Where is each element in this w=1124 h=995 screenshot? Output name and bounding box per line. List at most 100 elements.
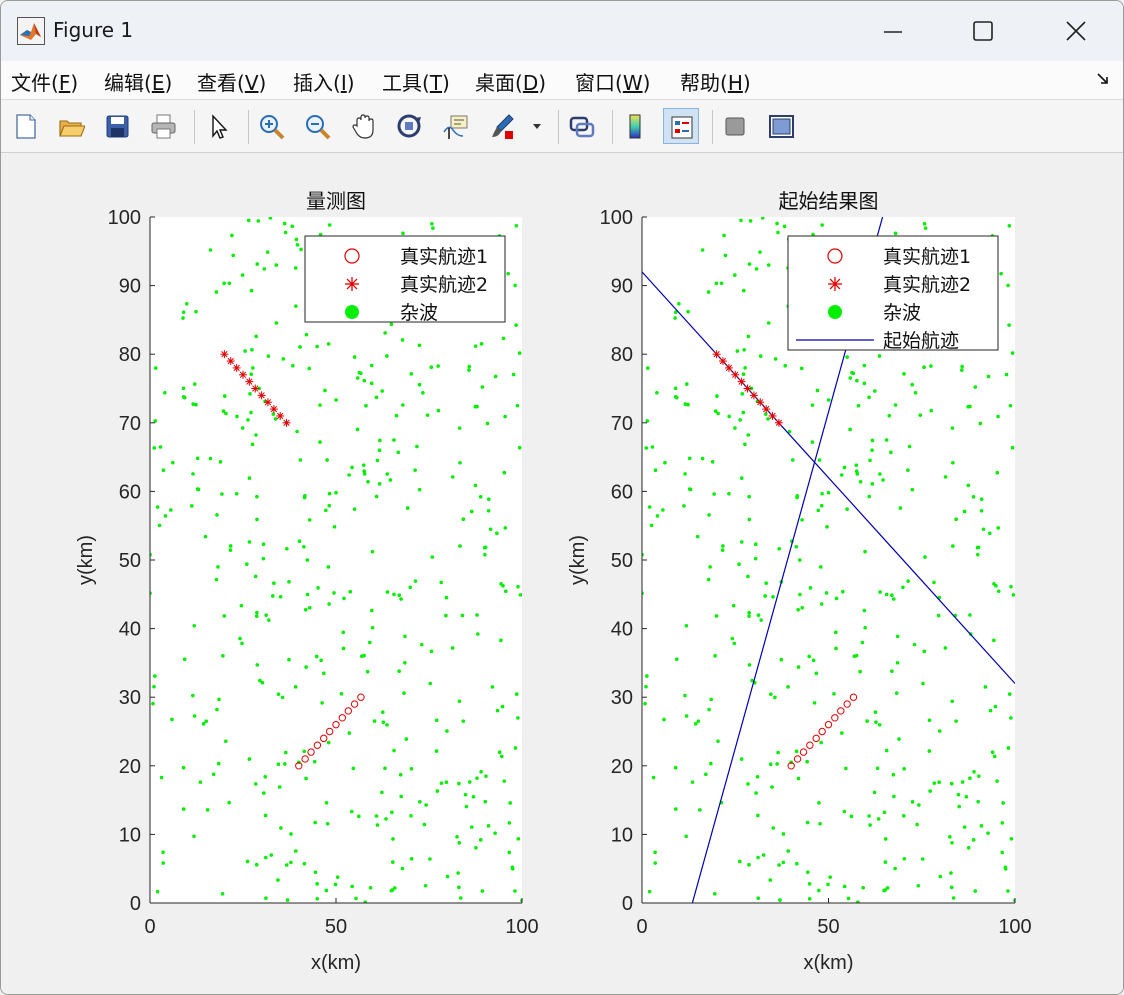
open-file-button[interactable]	[53, 108, 89, 144]
minimize-button[interactable]	[867, 11, 919, 51]
clutter-point	[693, 721, 698, 726]
chart-2[interactable]: 0 10 20 30 40 50 60 70 80 90 100 0 50 100 起始结果图 x(km) y(…	[567, 189, 1032, 974]
clutter-point	[195, 487, 200, 491]
clutter-point	[271, 594, 275, 598]
clutter-point	[826, 398, 831, 402]
legend[interactable]: 真实航迹1 真实航迹2 杂波起始航迹	[787, 235, 999, 352]
menu-f[interactable]: 文件(F)	[11, 67, 78, 96]
clutter-point	[854, 463, 859, 467]
clutter-point	[644, 684, 648, 689]
clutter-point	[372, 719, 377, 723]
zoom-out-button[interactable]	[299, 108, 335, 144]
clutter-point	[460, 613, 465, 618]
clutter-point	[339, 692, 344, 696]
clutter-point	[255, 262, 260, 266]
legend[interactable]: 真实航迹1 真实航迹2 杂波	[304, 235, 506, 324]
new-figure-button[interactable]	[7, 108, 43, 144]
clutter-point	[298, 345, 302, 349]
zoom-in-button[interactable]	[253, 108, 289, 144]
clutter-point	[777, 863, 781, 867]
hide-plot-tools-button[interactable]	[717, 108, 753, 144]
clutter-point	[733, 426, 737, 430]
menu-i[interactable]: 插入(I)	[293, 67, 355, 96]
clutter-point	[483, 545, 488, 550]
x-tick-label: 50	[817, 916, 839, 938]
clutter-point	[890, 593, 894, 598]
clutter-point	[250, 442, 255, 447]
pointer-button[interactable]	[199, 108, 235, 144]
save-button[interactable]	[99, 108, 135, 144]
clutter-point	[817, 801, 821, 805]
clutter-point	[704, 772, 708, 777]
clutter-point	[800, 606, 804, 610]
clutter-point	[962, 509, 967, 514]
menu-e[interactable]: 编辑(E)	[104, 67, 172, 96]
clutter-point	[375, 458, 380, 463]
minimize-icon	[884, 31, 902, 33]
clutter-point	[262, 791, 266, 795]
clutter-point	[249, 288, 254, 293]
menu-v[interactable]: 查看(V)	[197, 67, 266, 96]
brush-button[interactable]	[483, 108, 519, 144]
menu-h[interactable]: 帮助(H)	[680, 67, 751, 96]
close-button[interactable]	[1050, 11, 1102, 51]
clutter-point	[972, 769, 976, 774]
y-tick-label: 10	[119, 824, 141, 846]
clutter-point	[923, 555, 927, 559]
clutter-point	[797, 558, 802, 562]
title-bar[interactable]: Figure 1	[1, 1, 1123, 61]
clutter-point	[986, 831, 990, 835]
clutter-point	[334, 398, 338, 402]
menu-t[interactable]: 工具(T)	[382, 67, 450, 96]
menu-d[interactable]: 桌面(D)	[475, 67, 546, 96]
clutter-point	[698, 808, 702, 812]
dock-arrow-icon[interactable]	[1095, 71, 1111, 87]
clutter-point	[863, 549, 867, 554]
clutter-point	[479, 342, 484, 346]
clutter-point	[320, 701, 324, 705]
pan-hand-button[interactable]	[345, 108, 381, 144]
data-cursor-button[interactable]	[437, 108, 473, 144]
clutter-point	[683, 693, 687, 698]
clutter-point	[401, 403, 405, 407]
clutter-point	[285, 898, 290, 902]
clutter-point	[714, 281, 719, 286]
maximize-button[interactable]	[957, 11, 1009, 51]
clutter-point	[893, 403, 898, 407]
clutter-point	[1010, 445, 1015, 450]
chart-1[interactable]: 0 10 20 30 40 50 60 70 80 90 100 0 50 100 量测图 x(km) y(km…	[75, 189, 539, 974]
legend-button[interactable]	[663, 108, 699, 144]
clutter-point	[486, 508, 491, 513]
clutter-point	[295, 242, 300, 247]
clutter-point	[278, 595, 283, 599]
colorbar-button[interactable]	[617, 108, 653, 144]
clutter-point	[223, 739, 228, 744]
clutter-point	[796, 776, 801, 781]
rotate-3d-button[interactable]	[391, 108, 427, 144]
clutter-point	[508, 801, 512, 805]
clutter-point	[380, 389, 384, 393]
clutter-point	[883, 837, 888, 841]
clutter-point	[841, 589, 845, 594]
link-plot-button[interactable]	[563, 108, 599, 144]
clutter-point	[863, 625, 868, 630]
show-plot-tools-button[interactable]	[763, 108, 799, 144]
print-button[interactable]	[145, 108, 181, 144]
dropdown-arrow-button[interactable]	[529, 108, 545, 144]
clutter-point	[503, 414, 507, 419]
menu-w[interactable]: 窗口(W)	[575, 67, 650, 96]
clutter-point	[1009, 584, 1013, 589]
clutter-point	[499, 638, 503, 643]
clutter-point	[352, 507, 357, 511]
clutter-point	[770, 785, 774, 789]
zoom-out-icon	[306, 115, 331, 140]
clutter-point	[753, 556, 758, 561]
toolbar-separator	[558, 110, 559, 144]
clutter-point	[796, 607, 800, 612]
clutter-point	[875, 766, 880, 771]
clutter-point	[445, 874, 450, 879]
clutter-point	[444, 613, 448, 618]
colorbar-icon	[629, 114, 641, 139]
track2-point	[257, 391, 266, 400]
clutter-point	[776, 230, 780, 235]
